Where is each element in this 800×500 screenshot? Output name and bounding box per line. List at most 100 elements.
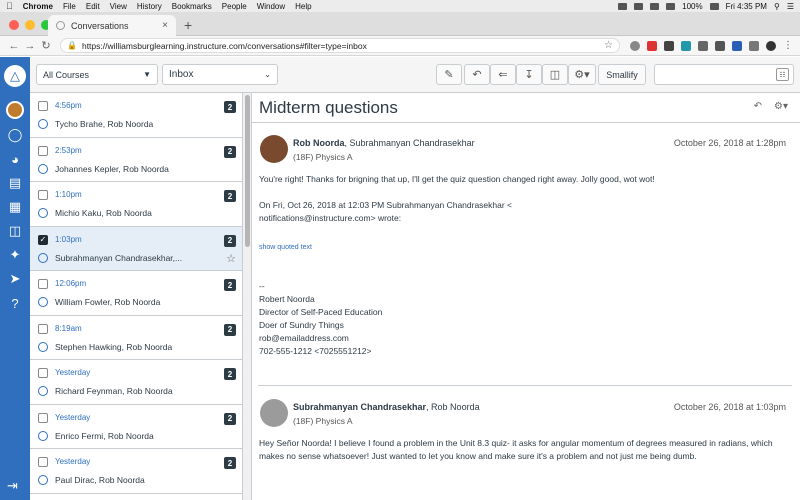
course-filter-select[interactable]: All Courses ▼ — [36, 64, 158, 85]
row-checkbox[interactable] — [38, 190, 48, 200]
conversation-row[interactable]: 8:19am Stephen Hawking, Rob Noorda 2 — [30, 316, 242, 360]
menu-people[interactable]: People — [222, 2, 247, 11]
delete-button[interactable]: ◫ — [542, 64, 568, 85]
conversation-row[interactable]: 1:10pm Michio Kaku, Rob Noorda 2 — [30, 182, 242, 227]
tab-conversations[interactable]: Conversations × — [48, 15, 176, 36]
extension-8-icon[interactable] — [749, 40, 759, 51]
courses-book-icon[interactable]: ▤ — [7, 175, 23, 191]
wifi-icon[interactable] — [650, 2, 660, 10]
admin-shield-icon[interactable]: ◯ — [7, 127, 23, 143]
search-input[interactable]: ☷ — [654, 64, 794, 85]
menu-file[interactable]: File — [63, 2, 76, 11]
extension-6-icon[interactable] — [715, 40, 725, 51]
chrome-menu-icon[interactable]: ⋮ — [783, 40, 793, 51]
menu-app-name[interactable]: Chrome — [23, 2, 53, 11]
unread-toggle[interactable] — [38, 119, 48, 129]
menu-bookmarks[interactable]: Bookmarks — [172, 2, 212, 11]
collapse-nav-icon[interactable]: ⇥ — [7, 478, 18, 494]
gear-icon[interactable]: ⚙▾ — [774, 101, 788, 112]
row-checkbox[interactable] — [38, 323, 48, 334]
extension-2-icon[interactable] — [647, 40, 657, 51]
search-icon[interactable]: ⚲ — [774, 2, 780, 11]
unread-toggle[interactable] — [38, 475, 48, 485]
menu-view[interactable]: View — [110, 2, 127, 11]
mailbox-filter-select[interactable]: Inbox ⌄ — [162, 64, 278, 85]
extension-icon[interactable] — [634, 2, 644, 10]
battery-icon[interactable] — [709, 2, 719, 10]
address-book-icon[interactable]: ☷ — [776, 68, 789, 81]
conversation-row[interactable]: 2:53pm Johannes Kepler, Rob Noorda 2 — [30, 138, 242, 182]
extension-4-icon[interactable] — [681, 40, 691, 51]
unread-toggle[interactable] — [38, 341, 48, 352]
row-checkbox[interactable] — [38, 412, 48, 423]
close-tab-icon[interactable]: × — [162, 20, 168, 31]
compose-button[interactable]: ✎ — [436, 64, 462, 85]
settings-menu-button[interactable]: ⚙▾ — [568, 64, 596, 85]
conversation-row[interactable]: 12:06pm William Fowler, Rob Noorda 2 — [30, 271, 242, 316]
row-checkbox[interactable] — [38, 279, 48, 289]
forward-arrow-icon[interactable]: → — [22, 40, 38, 52]
row-checkbox[interactable] — [38, 457, 48, 467]
bookmark-star-icon[interactable]: ☆ — [604, 40, 613, 51]
reply-all-button[interactable]: ⇐ — [490, 64, 516, 85]
recipient-names: , Subrahmanyan Chandrasekhar — [344, 138, 475, 148]
extension-5-icon[interactable] — [698, 40, 708, 51]
unread-toggle[interactable] — [38, 386, 48, 396]
message-from: Rob Noorda, Subrahmanyan Chandrasekhar — [293, 138, 475, 148]
back-arrow-icon[interactable]: ← — [6, 40, 22, 52]
unread-toggle[interactable] — [38, 208, 48, 218]
menu-history[interactable]: History — [137, 2, 162, 11]
canvas-logo-icon[interactable]: △ — [4, 65, 26, 87]
dashboard-icon[interactable]: ◕ — [7, 151, 23, 167]
archive-button[interactable]: ↧ — [516, 64, 542, 85]
favicon-icon — [56, 21, 65, 30]
conversation-row[interactable]: Yesterday Enrico Fermi, Rob Noorda 2 — [30, 405, 242, 449]
close-window-button[interactable] — [9, 20, 19, 30]
unread-toggle[interactable] — [38, 430, 48, 441]
lock-icon[interactable]: 🔒 — [67, 41, 77, 50]
history-arrow-icon[interactable]: ➤ — [7, 271, 23, 287]
extension-3-icon[interactable] — [664, 40, 674, 51]
conversation-row[interactable]: 4:56pm Tycho Brahe, Rob Noorda 2 — [30, 93, 242, 138]
menu-edit[interactable]: Edit — [86, 2, 100, 11]
row-participants: William Fowler, Rob Noorda — [55, 297, 161, 307]
scrollbar-thumb[interactable] — [245, 95, 250, 247]
conversation-row[interactable]: Yesterday Paul Dirac, Rob Noorda 2 — [30, 449, 242, 494]
reload-icon[interactable]: ↻ — [38, 39, 54, 52]
row-checkbox-checked[interactable]: ✓ — [38, 234, 48, 245]
reply-button[interactable]: ↶ — [464, 64, 490, 85]
row-participants: Enrico Fermi, Rob Noorda — [55, 430, 154, 441]
row-checkbox[interactable] — [38, 145, 48, 156]
list-scrollbar[interactable] — [243, 93, 252, 500]
url-field[interactable]: 🔒 https://williamsburglearning.instructu… — [60, 38, 620, 53]
unread-toggle[interactable] — [38, 252, 48, 263]
calendar-icon[interactable]: ▦ — [7, 199, 23, 215]
inbox-icon[interactable]: ◫ — [7, 223, 23, 239]
conversation-row[interactable]: Yesterday Richard Feynman, Rob Noorda 2 — [30, 360, 242, 405]
show-quoted-text-link[interactable]: show quoted text — [259, 241, 779, 254]
unread-toggle[interactable] — [38, 163, 48, 174]
menu-help[interactable]: Help — [295, 2, 311, 11]
extension-7-icon[interactable] — [732, 40, 742, 51]
profile-avatar[interactable] — [766, 40, 776, 51]
help-icon[interactable]: ? — [7, 295, 23, 311]
conversation-row-selected[interactable]: ✓ 1:03pm Subrahmanyan Chandrasekhar,... … — [30, 226, 242, 271]
row-checkbox[interactable] — [38, 368, 48, 378]
apple-icon[interactable]:  — [6, 1, 13, 11]
new-tab-button[interactable]: + — [184, 17, 192, 33]
smallify-button[interactable]: Smallify — [598, 64, 646, 85]
extension-1-icon[interactable] — [630, 40, 640, 51]
battery-percent: 100% — [682, 1, 703, 11]
dropbox-icon[interactable] — [618, 2, 628, 10]
notification-icon[interactable]: ☰ — [787, 2, 794, 11]
unread-toggle[interactable] — [38, 297, 48, 307]
minimize-window-button[interactable] — [25, 20, 35, 30]
volume-icon[interactable] — [666, 2, 676, 10]
row-checkbox[interactable] — [38, 101, 48, 111]
account-avatar[interactable] — [6, 101, 24, 119]
star-icon[interactable]: ☆ — [226, 252, 236, 265]
menu-window[interactable]: Window — [257, 2, 285, 11]
commons-icon[interactable]: ✦ — [7, 247, 23, 263]
menubar-clock[interactable]: Fri 4:35 PM — [726, 2, 767, 11]
reply-icon[interactable]: ↶ — [754, 101, 762, 112]
